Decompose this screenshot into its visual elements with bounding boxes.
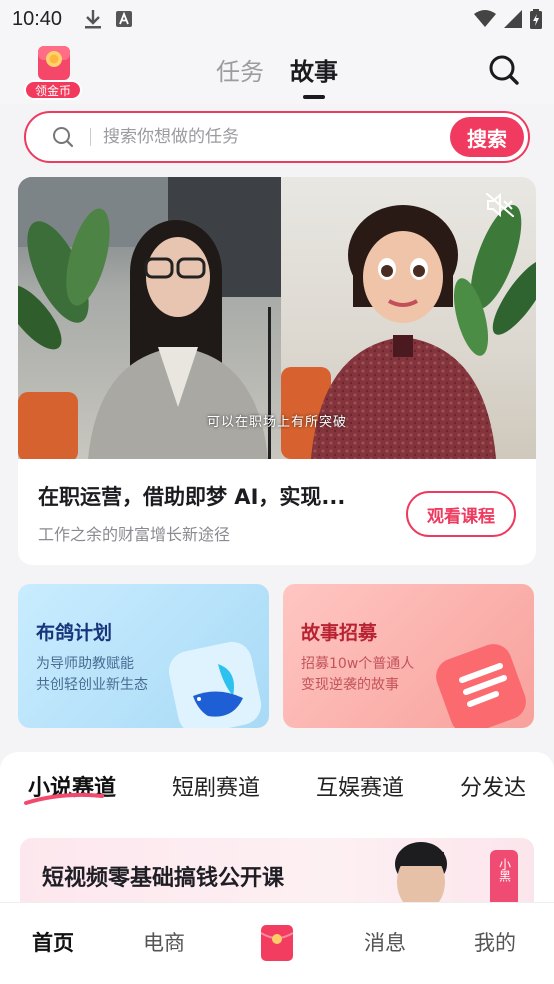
banner-tag: 小黑 <box>490 850 518 910</box>
status-bar: 10:40 <box>0 0 554 38</box>
nav-home[interactable]: 首页 <box>32 927 74 957</box>
search-input[interactable] <box>103 127 433 147</box>
featured-course-card[interactable]: 可以在职场上有所突破 在职运营，借助即梦 AI，实现... 工作之余的财富增长新… <box>18 177 536 565</box>
search-icon[interactable] <box>488 54 520 86</box>
promo-bugeon-plan[interactable]: 布鸽计划 为导师助教赋能 共创轻创业新生态 <box>18 584 269 728</box>
course-title: 在职运营，借助即梦 AI，实现... <box>38 485 346 509</box>
promo-story-recruit[interactable]: 故事招募 招募10w个普通人 变现逆袭的故事 <box>283 584 534 728</box>
tab-entertainment-track[interactable]: 互娱赛道 <box>316 770 404 802</box>
top-tabs: 任务 故事 <box>216 52 338 99</box>
promo-title: 故事招募 <box>301 622 378 644</box>
watch-course-button[interactable]: 观看课程 <box>406 491 516 537</box>
pigeon-icon <box>168 641 262 728</box>
tab-distribution-track[interactable]: 分发达 <box>460 770 526 802</box>
download-icon <box>85 10 102 29</box>
promo-title: 布鸽计划 <box>36 622 113 644</box>
banner-title: 短视频零基础搞钱公开课 <box>42 866 285 891</box>
nav-messages[interactable]: 消息 <box>364 927 406 957</box>
cellular-signal-icon <box>504 10 522 28</box>
mute-icon[interactable] <box>486 193 514 217</box>
wifi-icon <box>474 10 496 27</box>
search-bar: 搜索 <box>24 111 530 163</box>
battery-icon <box>530 9 542 29</box>
collect-coins-button[interactable]: 领金币 <box>24 42 84 102</box>
status-time: 10:40 <box>12 7 63 30</box>
tab-stories[interactable]: 故事 <box>290 52 338 99</box>
top-header: 领金币 任务 故事 <box>0 38 554 104</box>
search-divider <box>90 128 91 146</box>
text-format-icon <box>116 11 133 27</box>
search-button[interactable]: 搜索 <box>450 117 524 157</box>
category-section: 小说赛道 短剧赛道 互娱赛道 分发达 短视频零基础搞钱公开课 小黑 <box>0 752 554 922</box>
nav-ecommerce[interactable]: 电商 <box>143 927 185 957</box>
document-icon <box>436 644 526 728</box>
course-description: 工作之余的财富增长新途径 <box>38 525 231 544</box>
collect-coins-label: 领金币 <box>24 80 82 100</box>
tab-tasks[interactable]: 任务 <box>216 52 264 87</box>
bottom-navigation: 首页 电商 消息 我的 <box>0 902 554 984</box>
video-player[interactable]: 可以在职场上有所突破 <box>18 177 536 459</box>
active-tab-indicator <box>24 792 104 805</box>
nav-profile[interactable]: 我的 <box>474 927 516 957</box>
magnifier-icon <box>53 127 74 148</box>
red-packet-icon[interactable] <box>261 925 293 961</box>
tab-short-drama-track[interactable]: 短剧赛道 <box>172 770 260 802</box>
video-subtitle: 可以在职场上有所突破 <box>206 415 347 430</box>
